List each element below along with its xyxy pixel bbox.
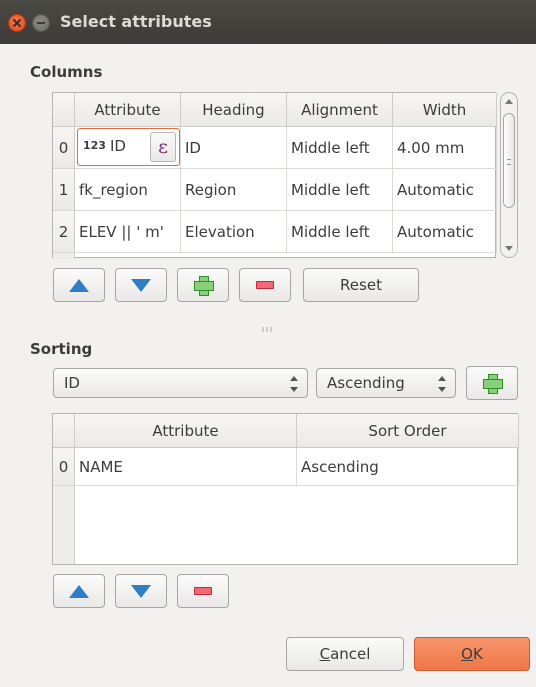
columns-row-index[interactable]: 0 bbox=[53, 127, 75, 169]
table-cell-alignment[interactable]: Middle left bbox=[287, 127, 393, 169]
sort-field-value: ID bbox=[64, 374, 80, 392]
title-bar: Select attributes bbox=[0, 0, 536, 44]
reset-button[interactable]: Reset bbox=[303, 268, 419, 302]
sort-cell-attribute[interactable]: NAME bbox=[75, 448, 297, 486]
ok-button[interactable]: OK bbox=[414, 637, 530, 671]
table-cell-heading[interactable]: Region bbox=[181, 169, 287, 211]
minimize-icon[interactable] bbox=[32, 14, 50, 32]
sorting-table: Attribute Sort Order 0 NAME Ascending bbox=[52, 413, 519, 565]
minus-icon bbox=[256, 281, 274, 289]
window-title: Select attributes bbox=[60, 12, 212, 31]
sort-order-value: Ascending bbox=[327, 374, 405, 392]
sorting-row-index[interactable]: 0 bbox=[53, 448, 75, 486]
scroll-up-icon[interactable] bbox=[505, 99, 513, 104]
columns-corner-header bbox=[53, 93, 75, 127]
scroll-down-icon[interactable] bbox=[505, 246, 513, 251]
table-cell-width[interactable]: Automatic bbox=[393, 169, 497, 211]
columns-row-index-partial bbox=[53, 253, 75, 259]
add-column-button[interactable] bbox=[177, 268, 229, 302]
sort-cell-order[interactable]: Ascending bbox=[297, 448, 519, 486]
arrow-up-icon bbox=[69, 584, 89, 598]
remove-sort-button[interactable] bbox=[177, 574, 229, 608]
table-cell-width[interactable]: 4.00 mm bbox=[393, 127, 497, 169]
epsilon-icon: ε bbox=[158, 136, 168, 158]
grip-icon bbox=[507, 159, 511, 165]
columns-row-index[interactable]: 2 bbox=[53, 211, 75, 253]
plus-icon bbox=[193, 275, 214, 296]
sorting-header-attribute[interactable]: Attribute bbox=[75, 414, 297, 448]
table-cell-attribute[interactable]: ELEV || ' m' bbox=[75, 211, 181, 253]
move-column-up-button[interactable] bbox=[53, 268, 105, 302]
table-cell-alignment[interactable]: Middle left bbox=[287, 169, 393, 211]
ok-label: K bbox=[472, 645, 483, 663]
columns-row-index[interactable]: 1 bbox=[53, 169, 75, 211]
sorting-header-sort-order[interactable]: Sort Order bbox=[297, 414, 519, 448]
table-cell-heading[interactable]: ID bbox=[181, 127, 287, 169]
columns-header-width[interactable]: Width bbox=[393, 93, 497, 127]
ok-mnemonic: O bbox=[461, 645, 473, 663]
integer-field-icon: 123 bbox=[83, 139, 106, 152]
columns-section-label: Columns bbox=[30, 63, 103, 81]
expression-builder-button[interactable]: ε bbox=[150, 132, 176, 162]
sorting-section-label: Sorting bbox=[30, 340, 93, 358]
columns-table: Attribute Heading Alignment Width 0 ID M… bbox=[52, 92, 497, 259]
cancel-mnemonic: C bbox=[319, 645, 331, 663]
scrollbar-thumb[interactable] bbox=[503, 113, 515, 208]
table-cell-heading[interactable]: Elevation bbox=[181, 211, 287, 253]
attribute-expression-editor[interactable]: 123 ID ε bbox=[77, 128, 180, 166]
sorting-corner-header bbox=[53, 414, 75, 448]
arrow-up-icon bbox=[69, 278, 89, 292]
splitter-handle[interactable] bbox=[262, 318, 274, 332]
columns-header-attribute[interactable]: Attribute bbox=[75, 93, 181, 127]
move-sort-up-button[interactable] bbox=[53, 574, 105, 608]
plus-icon bbox=[482, 373, 503, 394]
chevron-updown-icon bbox=[438, 376, 446, 392]
sort-field-combo[interactable]: ID bbox=[53, 368, 308, 398]
close-icon[interactable] bbox=[8, 14, 26, 32]
attribute-editor-value[interactable]: ID bbox=[110, 137, 126, 155]
columns-scrollbar[interactable] bbox=[500, 92, 518, 258]
table-cell-attribute[interactable]: fk_region bbox=[75, 169, 181, 211]
table-cell-alignment[interactable]: Middle left bbox=[287, 211, 393, 253]
arrow-down-icon bbox=[131, 278, 151, 292]
move-column-down-button[interactable] bbox=[115, 268, 167, 302]
cancel-label: ancel bbox=[330, 645, 371, 663]
columns-header-heading[interactable]: Heading bbox=[181, 93, 287, 127]
sort-order-combo[interactable]: Ascending bbox=[316, 368, 456, 398]
sorting-row-header-empty bbox=[53, 486, 75, 564]
columns-header-alignment[interactable]: Alignment bbox=[287, 93, 393, 127]
minus-icon bbox=[194, 587, 212, 595]
move-sort-down-button[interactable] bbox=[115, 574, 167, 608]
remove-column-button[interactable] bbox=[239, 268, 291, 302]
chevron-updown-icon bbox=[290, 376, 298, 392]
table-cell-width[interactable]: Automatic bbox=[393, 211, 497, 253]
cancel-button[interactable]: Cancel bbox=[286, 637, 404, 671]
arrow-down-icon bbox=[131, 584, 151, 598]
add-sort-button[interactable] bbox=[466, 366, 518, 400]
